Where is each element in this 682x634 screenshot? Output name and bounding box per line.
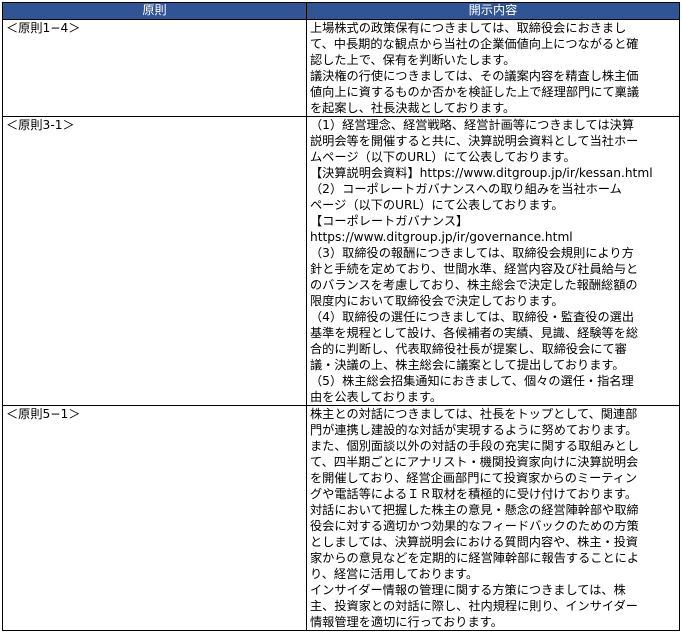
content-line: 合的に判断し、代表取締役社長が提案し、取締役会にて審 (310, 342, 627, 356)
table-row: ＜原則5−1＞ 株主との対話につきましては、社長をトップとして、関連部 門が連携し建… (2, 405, 680, 631)
content-line: 主、投資家との対話に際し、社内規程に則り、インサイダー (310, 599, 638, 613)
table-header-row: 原則 開示内容 (2, 2, 680, 20)
content-line: 値向上に資するものか否かを検証した上で経理部門にて稟議 (310, 85, 640, 99)
content-line: 議決権の行使につきましては、その議案内容を精査し株主価 (310, 69, 639, 83)
table-row: ＜原則3-1＞ （1）経営理念、経営戦略、経営計画等につきましては決算 説明会等を開… (2, 116, 680, 406)
content-line: （1）経営理念、経営戦略、経営計画等につきましては決算 (310, 118, 635, 132)
content-cell: （1）経営理念、経営戦略、経営計画等につきましては決算 説明会等を開催すると共に、… (306, 116, 680, 406)
principle-cell: ＜原則1−4＞ (2, 19, 307, 117)
content-line: https://www.ditgroup.jp/ir/governance.ht… (310, 230, 573, 244)
content-line: 【決算説明会資料】https://www.ditgroup.jp/ir/kess… (310, 166, 653, 180)
content-line: 門が連携し建設的な対話が実現するように努めております。 (310, 423, 638, 437)
content-line: のバランスを考慮しており、株主総会で決定した報酬総額の (310, 278, 638, 292)
principle-cell: ＜原則3-1＞ (2, 116, 307, 406)
content-line: 議・決議の上、株主総会に議案として提出しております。 (310, 358, 625, 372)
content-line: としましては、決算説明会における質問内容や、株主・投資 (310, 535, 639, 549)
content-line: インサイダー情報の管理に関する方策につきましては、株 (310, 583, 626, 597)
table-body: ＜原則1−4＞ 上場株式の政策保有につきましては、取締役会におきまし て、中長期的な… (2, 19, 680, 631)
content-line: 家からの意見などを定期的に経営陣幹部に報告することによ (310, 551, 640, 565)
content-line: 【コーポレートガバナンス】 (310, 214, 469, 228)
content-line: 認した上で、保有を判断いたします。 (310, 53, 516, 67)
content-line: ページ（以下のURL）にて公表しております。 (310, 198, 564, 212)
content-line: 役会に対する適切かつ効果的なフィードバックのための方策 (310, 519, 639, 533)
content-line: （2）コーポレートガバナンスへの取り組みを当社ホーム (310, 182, 622, 196)
content-line: 基準を規程として設け、各候補者の実績、見識、経験等を総 (310, 326, 639, 340)
content-line: 由を公表しております。 (310, 390, 443, 404)
content-line: グや電話等によるＩＲ取材を積極的に受け付けております。 (310, 487, 638, 501)
content-line: 針と手続を定めており、世間水準、経営内容及び社員給与と (310, 262, 639, 276)
content-line: を開催しており、経営企画部門にて投資家からのミーティン (310, 471, 638, 485)
content-line: り、経営に活用しております。 (310, 567, 479, 581)
content-line: （5）株主総会招集通知におきまして、個々の選任・指名理 (310, 374, 634, 388)
content-line: 対話において把握した株主の意見・懸念の経営陣幹部や取締 (310, 503, 639, 517)
principle-cell: ＜原則5−1＞ (2, 405, 307, 631)
content-cell: 株主との対話につきましては、社長をトップとして、関連部 門が連携し建設的な対話が実… (306, 405, 680, 631)
content-line: ムページ（以下のURL）にて公表しております。 (310, 150, 576, 164)
content-line: 株主との対話につきましては、社長をトップとして、関連部 (310, 407, 638, 421)
content-line: 説明会等を開催すると共に、決算説明会資料として当社ホー (310, 134, 639, 148)
content-line: て、四半期ごとにアナリスト・機関投資家向けに決算説明会 (310, 455, 639, 469)
content-line: 限度内において取締役会で決定しております。 (310, 294, 564, 308)
content-line: て、中長期的な観点から当社の企業価値向上につながると確 (310, 37, 639, 51)
disclosure-table: 原則 開示内容 ＜原則1−4＞ 上場株式の政策保有につきましては、取締役会におきま… (2, 2, 680, 631)
column-header-content: 開示内容 (306, 2, 680, 20)
content-line: を起案し、社長決裁としております。 (310, 101, 516, 115)
content-line: また、個別面談以外の対話の手段の充実に関する取組みとし (310, 439, 640, 453)
table-row: ＜原則1−4＞ 上場株式の政策保有につきましては、取締役会におきまし て、中長期的な… (2, 19, 680, 117)
column-header-principle: 原則 (2, 2, 307, 20)
content-line: （3）取締役の報酬につきましては、取締役会規則により方 (310, 246, 634, 260)
content-line: （4）取締役の選任につきましては、取締役・監査役の選出 (310, 310, 635, 324)
content-line: 上場株式の政策保有につきましては、取締役会におきまし (310, 21, 627, 35)
content-line: 情報管理を適切に行っております。 (310, 615, 503, 629)
content-cell: 上場株式の政策保有につきましては、取締役会におきまし て、中長期的な観点から当社の… (306, 19, 680, 117)
